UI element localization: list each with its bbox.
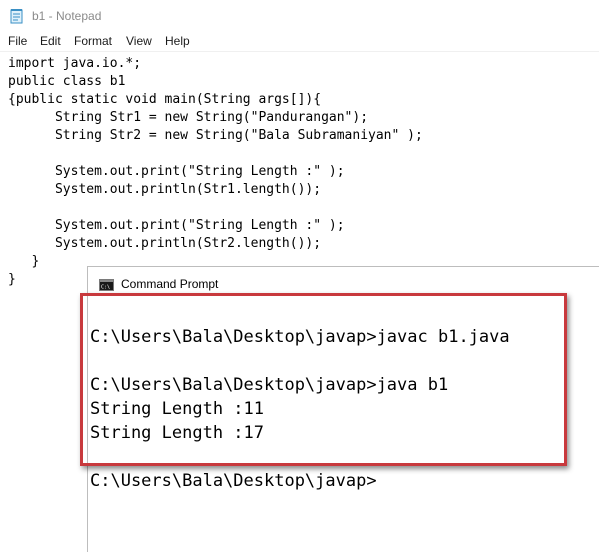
svg-text:C:\: C:\ — [101, 285, 110, 291]
notepad-icon — [10, 8, 24, 24]
code-line: String Str1 = new String("Pandurangan"); — [8, 110, 369, 125]
code-line: {public static void main(String args[]){ — [8, 92, 322, 107]
notepad-titlebar[interactable]: b1 - Notepad — [0, 0, 599, 31]
code-line: public class b1 — [8, 74, 126, 89]
notepad-menubar: File Edit Format View Help — [0, 31, 599, 52]
command-prompt-icon: C:\ — [99, 278, 114, 291]
code-line: System.out.println(Str2.length()); — [8, 236, 322, 251]
highlight-annotation-box — [80, 293, 567, 466]
menu-help[interactable]: Help — [165, 34, 190, 48]
terminal-prompt-line: C:\Users\Bala\Desktop\javap> — [90, 471, 377, 491]
command-prompt-title: Command Prompt — [121, 277, 219, 291]
code-line: String Str2 = new String("Bala Subramani… — [8, 128, 423, 143]
code-line: } — [8, 254, 40, 269]
code-line: } — [8, 272, 16, 287]
menu-view[interactable]: View — [126, 34, 152, 48]
code-line: System.out.println(Str1.length()); — [8, 182, 322, 197]
menu-file[interactable]: File — [8, 34, 27, 48]
menu-format[interactable]: Format — [74, 34, 112, 48]
code-line: import java.io.*; — [8, 56, 142, 71]
code-line: System.out.print("String Length :" ); — [8, 218, 345, 233]
code-line: System.out.print("String Length :" ); — [8, 164, 345, 179]
notepad-title: b1 - Notepad — [32, 9, 102, 23]
menu-edit[interactable]: Edit — [40, 34, 61, 48]
